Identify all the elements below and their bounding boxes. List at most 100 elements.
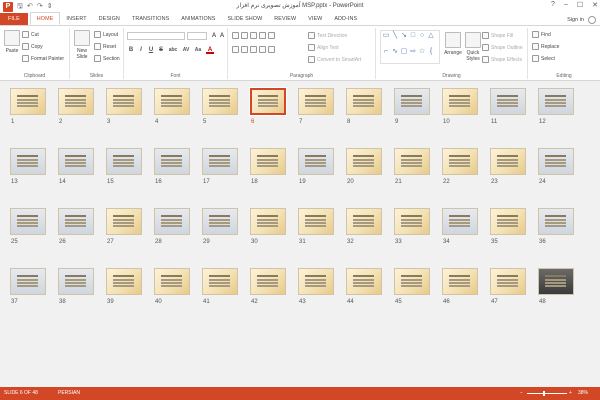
shape-fill-button[interactable]: Shape Fill <box>482 32 513 39</box>
zoom-level[interactable]: 38% <box>578 387 588 400</box>
underline-button[interactable]: U <box>147 46 155 54</box>
tab-insert[interactable]: INSERT <box>60 13 92 25</box>
justify-icon[interactable] <box>259 46 266 53</box>
slide-thumbnail[interactable] <box>202 148 238 175</box>
slide-thumbnail[interactable] <box>298 268 334 295</box>
connector-shape-icon[interactable]: ⌐ <box>382 48 390 56</box>
text-shadow-button[interactable]: abc <box>167 46 179 54</box>
right-arrow-shape-icon[interactable]: ⇨ <box>409 48 417 56</box>
slide-thumbnail[interactable] <box>58 148 94 175</box>
slide-thumbnail[interactable] <box>538 88 574 115</box>
slide-thumbnail[interactable] <box>346 148 382 175</box>
curve-shape-icon[interactable]: ∿ <box>391 48 399 56</box>
rectangle-shape-icon[interactable]: □ <box>409 32 417 40</box>
layout-button[interactable]: Layout <box>94 31 118 38</box>
slide-thumbnail[interactable] <box>58 268 94 295</box>
tab-add-ins[interactable]: ADD-INS <box>328 13 363 25</box>
convert-smartart-button[interactable]: Convert to SmartArt <box>308 56 361 63</box>
tab-design[interactable]: DESIGN <box>93 13 126 25</box>
slide-thumbnail[interactable] <box>249 87 287 116</box>
slide-thumbnail[interactable] <box>538 208 574 235</box>
slide-thumbnail[interactable] <box>10 88 46 115</box>
tab-review[interactable]: REVIEW <box>268 13 302 25</box>
italic-button[interactable]: I <box>137 46 145 54</box>
arrange-button[interactable]: Arrange <box>442 32 464 56</box>
slide-thumbnail[interactable] <box>442 268 478 295</box>
new-slide-button[interactable]: New Slide <box>72 30 92 60</box>
slide-thumbnail[interactable] <box>154 88 190 115</box>
strikethrough-button[interactable]: S <box>157 46 165 54</box>
slide-thumbnail[interactable] <box>154 148 190 175</box>
slide-thumbnail[interactable] <box>154 268 190 295</box>
text-direction-button[interactable]: Text Direction <box>308 32 347 39</box>
zoom-in-button[interactable]: + <box>569 387 572 400</box>
tab-animations[interactable]: ANIMATIONS <box>175 13 221 25</box>
slide-thumbnail[interactable] <box>106 88 142 115</box>
slide-thumbnail[interactable] <box>202 208 238 235</box>
reset-button[interactable]: Reset <box>94 43 116 50</box>
slide-thumbnail[interactable] <box>538 148 574 175</box>
slide-thumbnail[interactable] <box>202 268 238 295</box>
slide-thumbnail[interactable] <box>10 268 46 295</box>
slide-thumbnail[interactable] <box>154 208 190 235</box>
columns-icon[interactable] <box>268 46 275 53</box>
slide-thumbnail[interactable] <box>394 88 430 115</box>
tab-file[interactable]: FILE <box>0 13 28 25</box>
slide-thumbnail[interactable] <box>250 148 286 175</box>
change-case-button[interactable]: Aa <box>193 46 203 54</box>
slide-thumbnail[interactable] <box>538 268 574 295</box>
rounded-rect-shape-icon[interactable]: ▢ <box>400 48 408 56</box>
shape-outline-button[interactable]: Shape Outline <box>482 44 523 51</box>
character-spacing-button[interactable]: AV <box>181 46 191 54</box>
slide-thumbnail[interactable] <box>202 88 238 115</box>
slide-thumbnail[interactable] <box>298 88 334 115</box>
align-text-button[interactable]: Align Text <box>308 44 339 51</box>
slide-thumbnail[interactable] <box>250 208 286 235</box>
slide-thumbnail[interactable] <box>250 268 286 295</box>
language-indicator[interactable]: PERSIAN <box>58 387 80 400</box>
select-button[interactable]: Select <box>532 55 555 62</box>
slide-thumbnail[interactable] <box>10 148 46 175</box>
shape-effects-button[interactable]: Shape Effects <box>482 56 522 63</box>
slide-thumbnail[interactable] <box>442 88 478 115</box>
slide-thumbnail[interactable] <box>394 208 430 235</box>
slide-thumbnail[interactable] <box>490 88 526 115</box>
slide-thumbnail[interactable] <box>346 268 382 295</box>
slide-thumbnail[interactable] <box>298 208 334 235</box>
zoom-slider[interactable] <box>527 393 567 394</box>
find-button[interactable]: Find <box>532 31 551 38</box>
slide-thumbnail[interactable] <box>346 208 382 235</box>
decrease-indent-icon[interactable] <box>250 32 257 39</box>
zoom-out-button[interactable]: − <box>520 387 523 400</box>
font-size-input[interactable] <box>187 32 207 40</box>
slide-thumbnail[interactable] <box>394 148 430 175</box>
minimize-icon[interactable]: – <box>564 1 568 9</box>
bullets-icon[interactable] <box>232 32 239 39</box>
cut-button[interactable]: Cut <box>22 31 39 38</box>
slide-thumbnail[interactable] <box>106 148 142 175</box>
align-center-icon[interactable] <box>241 46 248 53</box>
arrow-shape-icon[interactable]: ↘ <box>400 32 408 40</box>
copy-button[interactable]: Copy <box>22 43 43 50</box>
tab-transitions[interactable]: TRANSITIONS <box>126 13 175 25</box>
slide-thumbnail[interactable] <box>58 208 94 235</box>
align-left-icon[interactable] <box>232 46 239 53</box>
smiley-feedback-icon[interactable] <box>588 16 596 24</box>
slide-thumbnail[interactable] <box>298 148 334 175</box>
slide-thumbnail[interactable] <box>106 268 142 295</box>
tab-view[interactable]: VIEW <box>302 13 328 25</box>
help-icon[interactable]: ? <box>551 1 555 9</box>
replace-button[interactable]: Replace <box>532 43 559 50</box>
line-shape-icon[interactable]: ╲ <box>391 32 399 40</box>
slide-thumbnail[interactable] <box>58 88 94 115</box>
star-shape-icon[interactable]: ☆ <box>418 48 426 56</box>
format-painter-button[interactable]: Format Painter <box>22 55 64 62</box>
slide-thumbnail[interactable] <box>490 268 526 295</box>
zoom-slider-handle[interactable] <box>543 391 545 396</box>
shrink-font-icon[interactable]: A <box>218 32 226 40</box>
slide-thumbnail[interactable] <box>10 208 46 235</box>
quick-styles-button[interactable]: Quick Styles <box>464 32 482 62</box>
shapes-gallery[interactable]: ▭ ╲ ↘ □ ○ △ ⌐ ∿ ▢ ⇨ ☆{ <box>380 30 440 64</box>
line-spacing-icon[interactable] <box>268 32 275 39</box>
font-color-button[interactable]: A <box>206 46 214 54</box>
